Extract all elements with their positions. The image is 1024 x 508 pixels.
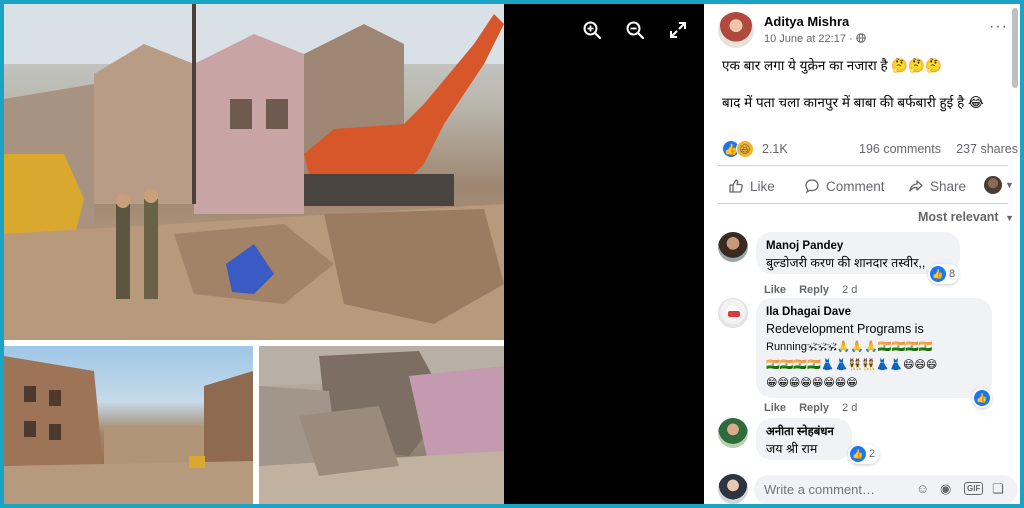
timestamp-text[interactable]: 10 June at 22:17 xyxy=(764,33,846,45)
comment-reaction-count[interactable]: 👍 2 xyxy=(848,444,880,464)
comment-item: अनीता स्नेहबंधन जय श्री राम 👍 2 xyxy=(718,418,1018,466)
like-button[interactable]: Like xyxy=(728,170,775,202)
post-text-line-2: बाद में पता चला कानपुर में बाबा की बर्फब… xyxy=(722,95,984,110)
panel-scrollbar[interactable] xyxy=(1012,4,1018,504)
comment-reaction-count[interactable]: 👍 xyxy=(972,388,992,408)
comment-reply-link[interactable]: Reply xyxy=(799,284,829,296)
post-author-name[interactable]: Aditya Mishra xyxy=(764,14,849,29)
expand-button[interactable] xyxy=(664,16,692,44)
comment-text-line: 🇮🇳🇮🇳🇮🇳🇮🇳👗👗👯👯👗👗😄😄😄 xyxy=(766,359,938,371)
comment-like-link[interactable]: Like xyxy=(764,402,786,414)
comment-text: जय श्री राम xyxy=(766,442,818,456)
avatar[interactable] xyxy=(718,418,748,448)
comment-icon xyxy=(805,179,819,194)
post-text-line-1: एक बार लगा ये युक्रेन का नजारा है 🤔🤔🤔 xyxy=(722,58,942,73)
street-scene xyxy=(4,356,253,504)
reaction-number: 2 xyxy=(869,448,876,460)
thumbs-up-icon xyxy=(729,179,743,193)
comment-input[interactable] xyxy=(764,482,904,497)
divider xyxy=(718,203,1008,204)
comment-text-line: Redevelopment Programs is xyxy=(766,322,924,336)
comments-count-link[interactable]: 196 comments xyxy=(859,142,941,156)
comment-button[interactable]: Comment xyxy=(804,170,885,202)
logo-mark xyxy=(728,311,740,317)
comment-actions: Like Reply 2 d xyxy=(764,284,867,296)
divider xyxy=(718,165,1008,166)
like-reaction-icon: 👍 xyxy=(974,390,990,406)
avatar[interactable] xyxy=(718,12,754,48)
comment-actions: Like Reply 2 d xyxy=(764,402,867,414)
comment-reply-link[interactable]: Reply xyxy=(799,402,829,414)
post-timestamp[interactable]: 10 June at 22:17 · xyxy=(764,33,866,45)
comment-bubble: अनीता स्नेहबंधन जय श्री राम xyxy=(756,418,852,460)
viewer-backdrop xyxy=(504,4,703,504)
photo-viewer-window: Aditya Mishra 10 June at 22:17 · ··· एक … xyxy=(4,4,1020,504)
reaction-number: 8 xyxy=(949,268,956,280)
share-icon xyxy=(909,180,923,192)
demolition-photo-street xyxy=(4,346,253,504)
scrollbar-thumb[interactable] xyxy=(1012,8,1018,88)
avatar[interactable] xyxy=(718,298,748,328)
emoji-icon[interactable]: ☺ xyxy=(916,481,929,496)
zoom-out-button[interactable] xyxy=(621,16,649,44)
avatar[interactable] xyxy=(718,232,748,262)
like-reaction-icon: 👍 xyxy=(850,446,866,462)
expand-icon xyxy=(670,22,686,38)
avatar xyxy=(984,176,1002,194)
demolition-photo-aerial xyxy=(259,346,504,504)
comment-bubble: Ila Dhagai Dave Redevelopment Programs i… xyxy=(756,298,992,398)
comment-sort-dropdown[interactable]: Most relevant ▼ xyxy=(918,210,1014,224)
comment-text-line: 😁😁😁😁😁😁😁😁 xyxy=(766,377,858,389)
avatar xyxy=(718,474,748,504)
haha-reaction-icon: 😆 xyxy=(736,140,754,158)
gif-icon[interactable]: GIF xyxy=(964,482,984,495)
reaction-count[interactable]: 2.1K xyxy=(762,142,788,156)
demolition-photo-main xyxy=(4,4,504,340)
comment-reaction-count[interactable]: 👍 8 xyxy=(928,264,960,284)
aerial-scene xyxy=(259,346,504,504)
comment-item: Ila Dhagai Dave Redevelopment Programs i… xyxy=(718,298,1018,418)
commenter-name[interactable]: Manoj Pandey xyxy=(766,239,950,254)
more-options-button[interactable]: ··· xyxy=(989,18,1008,36)
zoom-out-icon xyxy=(626,21,645,40)
zoom-in-button[interactable] xyxy=(578,16,606,44)
commenter-name[interactable]: Ila Dhagai Dave xyxy=(766,305,982,320)
like-label: Like xyxy=(750,178,775,194)
reaction-summary[interactable]: 👍 😆 2.1K 196 comments 237 shares xyxy=(722,140,1018,160)
like-reaction-icon: 👍 xyxy=(930,266,946,282)
share-label: Share xyxy=(930,178,967,194)
commenter-name[interactable]: अनीता स्नेहबंधन xyxy=(766,425,842,440)
comment-timestamp[interactable]: 2 d xyxy=(842,402,857,414)
zoom-in-icon xyxy=(583,21,602,40)
post-side-panel: Aditya Mishra 10 June at 22:17 · ··· एक … xyxy=(704,4,1020,504)
shares-count-link[interactable]: 237 shares xyxy=(956,142,1018,156)
share-button[interactable]: Share xyxy=(908,170,966,202)
comment-box[interactable]: ☺ ◉ GIF ❏ xyxy=(754,475,1018,504)
comment-like-link[interactable]: Like xyxy=(764,284,786,296)
comment-text: बुल्डोजरी करण की शानदार तस्वीर,, xyxy=(766,256,926,270)
post-as-selector[interactable]: ▼ xyxy=(984,174,1014,196)
comment-composer: ☺ ◉ GIF ❏ xyxy=(718,472,1018,504)
sort-label: Most relevant xyxy=(918,210,999,224)
comment-timestamp[interactable]: 2 d xyxy=(842,284,857,296)
dot-separator: · xyxy=(849,33,856,45)
comment-item: Manoj Pandey बुल्डोजरी करण की शानदार तस्… xyxy=(718,232,1018,296)
sticker-icon[interactable]: ❏ xyxy=(992,481,1004,497)
post-actions-bar: Like Comment Share ▼ xyxy=(718,170,1014,202)
post-header: Aditya Mishra 10 June at 22:17 · ··· xyxy=(718,12,1008,52)
comment-text-line: Running🕉🕉🕉🙏🙏🙏🇮🇳🇮🇳🇮🇳🇮🇳 xyxy=(766,341,933,353)
globe-icon xyxy=(856,33,866,43)
camera-icon[interactable]: ◉ xyxy=(940,481,951,497)
comment-label: Comment xyxy=(826,178,885,194)
photo-collage[interactable] xyxy=(4,4,504,504)
demolition-scene xyxy=(4,4,504,340)
